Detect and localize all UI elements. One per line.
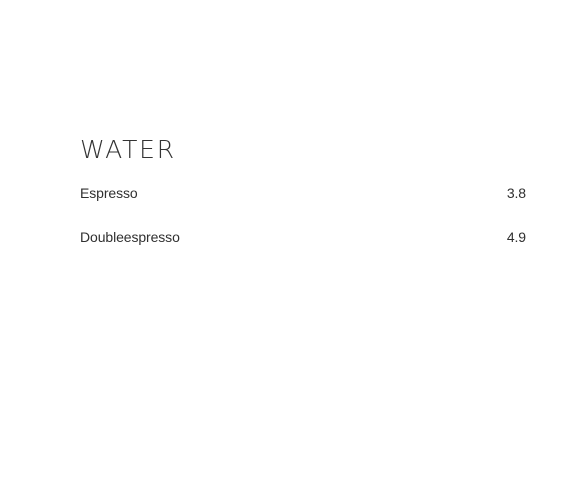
- menu-item-name: Espresso: [80, 185, 138, 201]
- menu-section-water: WATER Espresso 3.8 Doubleespresso 4.9: [80, 135, 526, 248]
- menu-item-name: Doubleespresso: [80, 229, 180, 245]
- menu-item-price: 3.8: [506, 185, 526, 201]
- menu-item-doubleespresso: Doubleespresso 4.9: [80, 226, 526, 248]
- menu-item-price: 4.9: [506, 229, 526, 245]
- menu-list: Espresso 3.8 Doubleespresso 4.9: [80, 182, 526, 248]
- section-title: WATER: [80, 135, 176, 164]
- menu-item-espresso: Espresso 3.8: [80, 182, 526, 204]
